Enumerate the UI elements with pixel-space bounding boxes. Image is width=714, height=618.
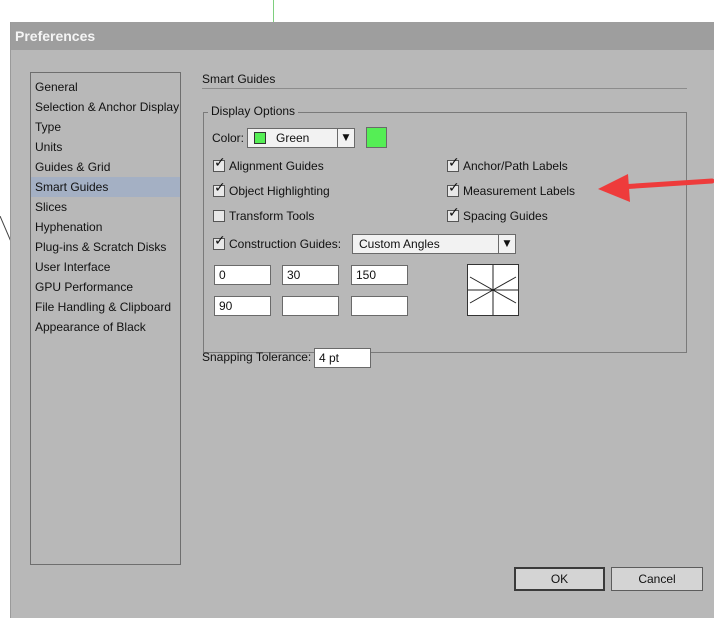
- annotation-arrow-icon: [598, 174, 714, 202]
- sidebar-item-hyphenation[interactable]: Hyphenation: [31, 217, 180, 237]
- angle-input-4[interactable]: 90: [214, 296, 271, 316]
- construction-guides-select-value: Custom Angles: [359, 237, 440, 251]
- construction-guides-checkbox[interactable]: ✓: [213, 234, 226, 250]
- anchor-path-labels-checkbox[interactable]: ✓: [447, 156, 460, 172]
- measurement-labels-label[interactable]: Measurement Labels: [463, 184, 575, 198]
- checkmark-icon: ✓: [214, 233, 226, 249]
- color-label: Color:: [212, 131, 245, 145]
- checkmark-icon: ✓: [448, 205, 460, 221]
- color-preview-swatch[interactable]: [366, 127, 387, 148]
- angle-preview-icon: [467, 264, 519, 316]
- construction-guides-label[interactable]: Construction Guides:: [229, 237, 341, 251]
- transform-tools-label[interactable]: Transform Tools: [229, 209, 314, 223]
- section-divider: [202, 88, 687, 89]
- sidebar-item-plugins-scratch-disks[interactable]: Plug-ins & Scratch Disks: [31, 237, 180, 257]
- sidebar-item-selection-anchor-display[interactable]: Selection & Anchor Display: [31, 97, 180, 117]
- angle-input-3[interactable]: 150: [351, 265, 408, 285]
- angle-input-6[interactable]: [351, 296, 408, 316]
- display-options-group: [203, 112, 687, 353]
- chevron-down-icon: ▼: [498, 235, 515, 253]
- angle-input-1[interactable]: 0: [214, 265, 271, 285]
- preferences-dialog: Preferences General Selection & Anchor D…: [10, 22, 714, 618]
- anchor-path-labels-label[interactable]: Anchor/Path Labels: [463, 159, 568, 173]
- checkmark-icon: ✓: [448, 180, 460, 196]
- chevron-down-icon: ▼: [337, 129, 354, 147]
- snapping-tolerance-input[interactable]: 4 pt: [314, 348, 371, 368]
- ok-button[interactable]: OK: [514, 567, 605, 591]
- measurement-labels-checkbox[interactable]: ✓: [447, 181, 460, 197]
- construction-guides-select[interactable]: Custom Angles ▼: [352, 234, 516, 254]
- color-select-value: Green: [276, 131, 310, 145]
- sidebar-item-smart-guides[interactable]: Smart Guides: [31, 177, 180, 197]
- snapping-tolerance-label: Snapping Tolerance:: [202, 350, 312, 364]
- background-green-line: [273, 0, 274, 22]
- display-options-legend: Display Options: [208, 104, 299, 118]
- object-highlighting-label[interactable]: Object Highlighting: [229, 184, 330, 198]
- sidebar-item-general[interactable]: General: [31, 77, 180, 97]
- sidebar-item-guides-grid[interactable]: Guides & Grid: [31, 157, 180, 177]
- alignment-guides-label[interactable]: Alignment Guides: [229, 159, 324, 173]
- transform-tools-checkbox[interactable]: [213, 210, 225, 222]
- angle-input-2[interactable]: 30: [282, 265, 339, 285]
- sidebar-item-gpu-performance[interactable]: GPU Performance: [31, 277, 180, 297]
- cancel-button[interactable]: Cancel: [611, 567, 703, 591]
- sidebar-item-file-handling-clipboard[interactable]: File Handling & Clipboard: [31, 297, 180, 317]
- checkmark-icon: ✓: [214, 155, 226, 171]
- sidebar-item-user-interface[interactable]: User Interface: [31, 257, 180, 277]
- spacing-guides-checkbox[interactable]: ✓: [447, 206, 460, 222]
- sidebar-item-type[interactable]: Type: [31, 117, 180, 137]
- category-list[interactable]: General Selection & Anchor Display Type …: [30, 72, 181, 565]
- checkmark-icon: ✓: [214, 180, 226, 196]
- color-swatch-small: [254, 132, 266, 144]
- sidebar-item-slices[interactable]: Slices: [31, 197, 180, 217]
- color-select[interactable]: Green ▼: [247, 128, 355, 148]
- sidebar-item-appearance-of-black[interactable]: Appearance of Black: [31, 317, 180, 337]
- dialog-title[interactable]: Preferences: [11, 22, 714, 50]
- object-highlighting-checkbox[interactable]: ✓: [213, 181, 226, 197]
- section-title: Smart Guides: [202, 72, 276, 86]
- alignment-guides-checkbox[interactable]: ✓: [213, 156, 226, 172]
- checkmark-icon: ✓: [448, 155, 460, 171]
- spacing-guides-label[interactable]: Spacing Guides: [463, 209, 548, 223]
- sidebar-item-units[interactable]: Units: [31, 137, 180, 157]
- angle-input-5[interactable]: [282, 296, 339, 316]
